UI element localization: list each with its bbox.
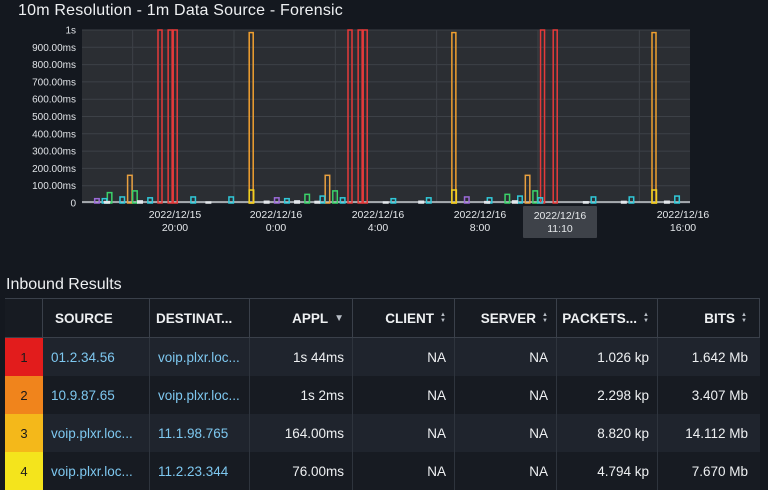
- sort-both-icon[interactable]: ▲ ▼: [741, 312, 747, 324]
- column-header-bits[interactable]: BITS ▲ ▼: [658, 299, 760, 337]
- bar-chart[interactable]: 1s 900.00ms 800.00ms 700.00ms 600.00ms 500.00…: [0, 24, 768, 244]
- y-tick-label: 900.00ms: [32, 43, 76, 54]
- column-header-appl[interactable]: APPL ▼: [250, 299, 353, 337]
- server-cell: NA: [455, 452, 557, 490]
- table-body: 1 01.2.34.56 voip.plxr.loc... 1s 44ms NA NA 1.…: [5, 338, 760, 490]
- packets-cell: 4.794 kp: [557, 452, 658, 490]
- destination-cell[interactable]: voip.plxr.loc...: [150, 376, 250, 414]
- y-tick-label: 1s: [65, 26, 76, 37]
- y-tick-label: 200.00ms: [32, 164, 76, 175]
- x-tick-label-date: 2022/12/16: [657, 209, 710, 221]
- packets-cell: 2.298 kp: [557, 376, 658, 414]
- x-tick-label-time: 8:00: [470, 222, 491, 234]
- table-row[interactable]: 3 voip.plxr.loc... 11.1.98.765 164.00ms NA NA…: [5, 414, 760, 452]
- column-header-packets[interactable]: PACKETS... ▲ ▼: [557, 299, 658, 337]
- y-tick-label: 500.00ms: [32, 112, 76, 123]
- sort-both-icon[interactable]: ▲ ▼: [542, 312, 548, 324]
- y-tick-label: 300.00ms: [32, 147, 76, 158]
- rank-header: [5, 299, 43, 337]
- table-row[interactable]: 1 01.2.34.56 voip.plxr.loc... 1s 44ms NA NA 1.…: [5, 338, 760, 376]
- x-tick-label-time: 4:00: [368, 222, 389, 234]
- y-tick-label: 400.00ms: [32, 129, 76, 140]
- inbound-results-table: SOURCE DESTINAT... APPL ▼ CLIENT ▲ ▼ SERVER…: [5, 298, 760, 490]
- source-cell[interactable]: voip.plxr.loc...: [43, 414, 150, 452]
- client-cell: NA: [353, 414, 455, 452]
- column-header-server[interactable]: SERVER ▲ ▼: [455, 299, 557, 337]
- client-cell: NA: [353, 376, 455, 414]
- y-tick-label: 800.00ms: [32, 60, 76, 71]
- appl-cell: 1s 44ms: [250, 338, 353, 376]
- client-cell: NA: [353, 452, 455, 490]
- x-tick-label-date: 2022/12/16: [352, 209, 405, 221]
- bits-cell: 14.112 Mb: [685, 425, 748, 441]
- chart-bar: [582, 201, 589, 204]
- appl-cell: 76.00ms: [250, 452, 353, 490]
- x-tick-label-time: 0:00: [266, 222, 287, 234]
- chart-bar: [205, 201, 212, 204]
- rank-badge: 3: [5, 414, 43, 452]
- x-tick-label-time: 20:00: [162, 222, 188, 234]
- appl-cell: 164.00ms: [250, 414, 353, 452]
- rank-badge: 4: [5, 452, 43, 490]
- x-tick-label-time: 16:00: [670, 222, 696, 234]
- table-row[interactable]: 2 10.9.87.65 voip.plxr.loc... 1s 2ms NA NA 2.2…: [5, 376, 760, 414]
- packets-cell: 1.026 kp: [557, 338, 658, 376]
- x-tick-label-date: 2022/12/15: [149, 209, 202, 221]
- sort-both-icon[interactable]: ▲ ▼: [643, 312, 649, 324]
- rank-badge: 1: [5, 338, 43, 376]
- y-tick-label: 0: [70, 199, 76, 210]
- chart-bar: [382, 201, 389, 204]
- column-header-client[interactable]: CLIENT ▲ ▼: [353, 299, 455, 337]
- table-header-row: SOURCE DESTINAT... APPL ▼ CLIENT ▲ ▼ SERVER…: [5, 299, 760, 338]
- y-tick-label: 700.00ms: [32, 77, 76, 88]
- client-cell: NA: [353, 338, 455, 376]
- section-title: Inbound Results: [6, 276, 122, 293]
- bits-cell: 3.407 Mb: [691, 387, 748, 403]
- table-row[interactable]: 4 voip.plxr.loc... 11.2.23.344 76.00ms NA NA 4…: [5, 452, 760, 490]
- packets-cell: 8.820 kp: [557, 414, 658, 452]
- x-tick-label-date: 2022/12/16: [454, 209, 507, 221]
- source-cell[interactable]: voip.plxr.loc...: [43, 452, 150, 490]
- destination-cell[interactable]: 11.1.98.765: [150, 414, 250, 452]
- hover-time-value: 11:10: [547, 223, 573, 235]
- chart-title: 10m Resolution - 1m Data Source - Forens…: [18, 2, 343, 19]
- destination-cell[interactable]: 11.2.23.344: [150, 452, 250, 490]
- sort-desc-icon[interactable]: ▼: [334, 313, 344, 324]
- bits-cell: 7.670 Mb: [691, 463, 748, 479]
- rank-badge: 2: [5, 376, 43, 414]
- chart-bar: [104, 200, 111, 204]
- sort-both-icon[interactable]: ▲ ▼: [440, 312, 446, 324]
- y-tick-label: 600.00ms: [32, 95, 76, 106]
- x-tick-label-date: 2022/12/16: [250, 209, 303, 221]
- column-header-destination[interactable]: DESTINAT...: [150, 299, 250, 337]
- source-cell[interactable]: 10.9.87.65: [43, 376, 150, 414]
- appl-cell: 1s 2ms: [250, 376, 353, 414]
- server-cell: NA: [455, 338, 557, 376]
- bits-cell: 1.642 Mb: [691, 349, 748, 365]
- hover-time-date: 2022/12/16: [534, 210, 587, 222]
- y-tick-label: 100.00ms: [32, 181, 76, 192]
- source-cell[interactable]: 01.2.34.56: [43, 338, 150, 376]
- server-cell: NA: [455, 376, 557, 414]
- server-cell: NA: [455, 414, 557, 452]
- column-header-source[interactable]: SOURCE: [43, 299, 150, 337]
- destination-cell[interactable]: voip.plxr.loc...: [150, 338, 250, 376]
- chart-bar: [484, 200, 491, 204]
